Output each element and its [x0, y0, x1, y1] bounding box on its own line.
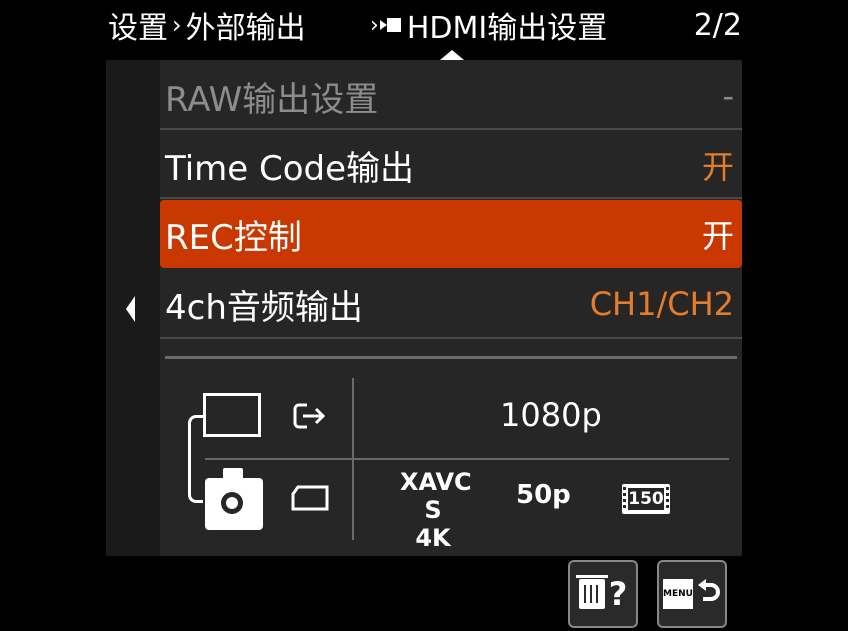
menu-item-label: Time Code输出	[165, 148, 415, 189]
trash-icon	[575, 575, 608, 609]
connection-line	[188, 415, 203, 503]
menu-item-label: RAW输出设置	[165, 79, 379, 120]
menu-item-value: -	[722, 77, 734, 115]
section-arrow: ›	[370, 12, 379, 38]
section-title-group: › HDMI输出设置	[370, 5, 608, 46]
bitrate-value: 150	[628, 488, 664, 510]
camera-icon	[205, 468, 263, 530]
menu-item-raw-output: RAW输出设置 -	[160, 62, 742, 130]
menu-item-4ch-audio-output[interactable]: 4ch音频输出 CH1/CH2	[160, 270, 742, 338]
menu-item-value: CH1/CH2	[589, 285, 734, 323]
external-monitor-icon	[203, 393, 261, 437]
return-icon	[698, 579, 720, 601]
help-icon: ?	[608, 575, 628, 613]
menu-item-label: 4ch音频输出	[165, 287, 363, 328]
menu-item-timecode-output[interactable]: Time Code输出 开	[160, 131, 742, 199]
menu-item-value: 开	[701, 217, 734, 255]
divider	[160, 337, 742, 339]
breadcrumb-separator: ›	[172, 11, 182, 39]
record-format: XAVC S 4K	[400, 468, 472, 552]
menu-item-value: 开	[701, 148, 734, 186]
bitrate-icon: 150	[622, 484, 670, 514]
delete-help-button[interactable]: ?	[568, 560, 638, 628]
record-resolution: 4K	[415, 524, 451, 552]
breadcrumb: 设置 › 外部输出	[108, 5, 306, 46]
output-arrow-icon	[293, 403, 326, 429]
memory-card-icon	[291, 485, 329, 511]
page-title: HDMI输出设置	[406, 11, 608, 46]
page-indicator: 2/2	[693, 7, 742, 43]
menu-item-label: REC控制	[165, 217, 302, 258]
menu-item-rec-control[interactable]: REC控制 开	[160, 200, 742, 268]
breadcrumb-external-output: 外部输出	[185, 11, 306, 46]
info-divider	[165, 356, 737, 359]
record-format-name: XAVC S	[400, 468, 472, 524]
frame-rate: 50p	[516, 480, 571, 510]
menu-back-button[interactable]: MENU	[657, 560, 727, 628]
info-horizontal-divider	[205, 458, 729, 460]
chevron-left-icon[interactable]	[126, 296, 135, 322]
tab-pointer-icon	[440, 50, 464, 60]
hdmi-output-icon	[379, 18, 401, 32]
divider	[160, 128, 742, 130]
divider	[160, 197, 742, 199]
menu-icon: MENU	[663, 579, 693, 609]
hdmi-resolution: 1080p	[500, 396, 602, 434]
breadcrumb-settings: 设置	[108, 11, 168, 46]
